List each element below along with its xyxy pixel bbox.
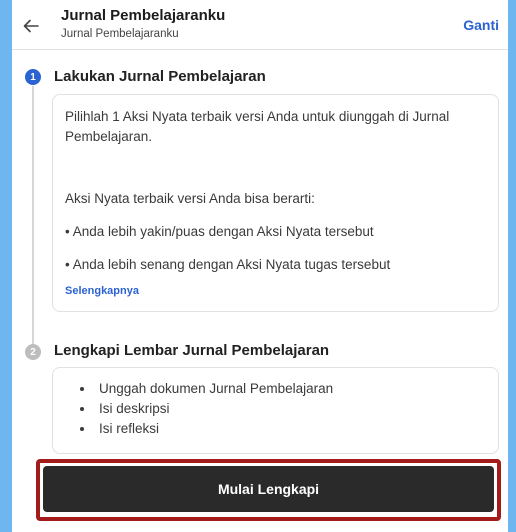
step-2-checklist: Unggah dokumen Jurnal Pembelajaran Isi d…	[85, 379, 333, 439]
list-item: Isi deskripsi	[95, 399, 333, 419]
step-1-list-label: Aksi Nyata terbaik versi Anda bisa berar…	[65, 191, 315, 206]
list-item: Isi refleksi	[95, 419, 333, 439]
top-app-bar: Jurnal Pembelajaranku Jurnal Pembelajara…	[12, 0, 508, 50]
frame-border-left	[0, 0, 12, 532]
list-item: Unggah dokumen Jurnal Pembelajaran	[95, 379, 333, 399]
step-2-title: Lengkapi Lembar Jurnal Pembelajaran	[54, 342, 330, 359]
mulai-lengkapi-button[interactable]: Mulai Lengkapi	[43, 466, 494, 512]
back-button[interactable]	[18, 14, 44, 38]
step-1-bullet: • Anda lebih senang dengan Aksi Nyata tu…	[65, 257, 391, 272]
page-subtitle: Jurnal Pembelajaranku	[61, 28, 179, 40]
step-2-number: 2	[25, 344, 41, 360]
ganti-button[interactable]: Ganti	[463, 17, 499, 33]
frame-border-right	[508, 0, 516, 532]
step-1-title: Lakukan Jurnal Pembelajaran	[54, 68, 266, 85]
step-1-bullet: • Anda lebih yakin/puas dengan Aksi Nyat…	[65, 224, 374, 239]
step-1-card: Pilihlah 1 Aksi Nyata terbaik versi Anda…	[52, 94, 499, 312]
selengkapnya-link[interactable]: Selengkapnya	[65, 285, 139, 297]
step-2-card: Unggah dokumen Jurnal Pembelajaran Isi d…	[52, 367, 499, 454]
stepper-connector	[32, 86, 34, 344]
arrow-left-icon	[23, 19, 39, 33]
app-screen: Jurnal Pembelajaranku Jurnal Pembelajara…	[12, 0, 508, 532]
step-1-intro-text: Pilihlah 1 Aksi Nyata terbaik versi Anda…	[65, 109, 450, 144]
step-1-number: 1	[25, 69, 41, 85]
page-title: Jurnal Pembelajaranku	[61, 7, 226, 24]
